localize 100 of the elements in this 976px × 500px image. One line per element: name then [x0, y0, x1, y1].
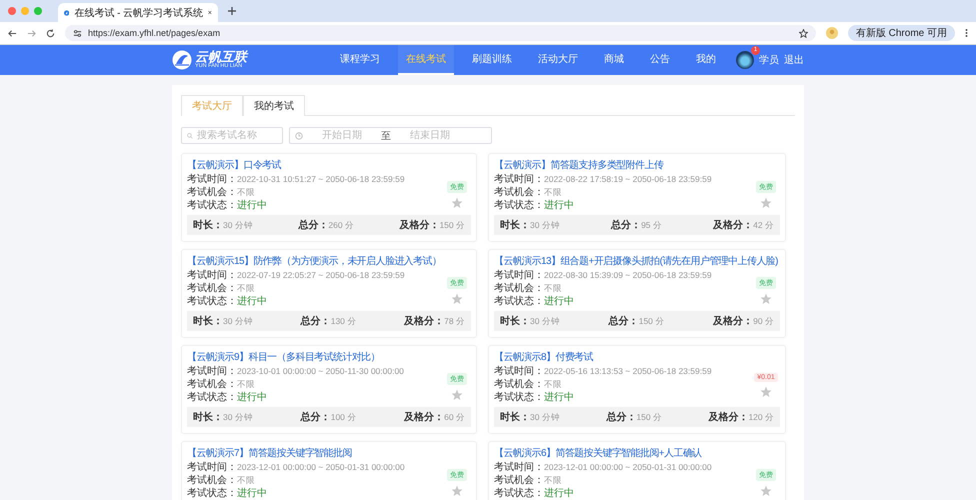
maximize-window-button[interactable] — [34, 7, 42, 15]
sail-logo-icon — [64, 8, 70, 18]
field-label: 考试时间： — [494, 174, 544, 185]
favorite-star-icon[interactable] — [760, 293, 772, 305]
start-date-field[interactable]: 开始日期 — [307, 130, 377, 141]
exam-chance: 不限 — [237, 283, 255, 293]
field-label: 及格分： — [708, 412, 748, 423]
nav-link[interactable]: 公告 — [642, 45, 678, 75]
exam-total-score: 95 分 — [641, 220, 662, 230]
exam-status: 进行中 — [237, 200, 267, 211]
new-tab-icon[interactable] — [228, 7, 236, 15]
field-label: 总分： — [298, 220, 328, 231]
exam-pass-score: 120 分 — [748, 412, 774, 422]
exam-title[interactable]: 【云帆演示】口令考试 — [187, 159, 474, 173]
field-label: 考试状态： — [494, 488, 544, 499]
field-label: 总分： — [608, 316, 639, 327]
address-bar[interactable]: https://exam.yfhl.net/pages/exam — [65, 25, 816, 41]
field-label: 及格分： — [713, 220, 754, 231]
favorite-star-icon[interactable] — [760, 485, 772, 497]
back-icon[interactable] — [8, 28, 17, 38]
field-label: 考试时间： — [494, 270, 544, 281]
exam-title[interactable]: 【云帆演示】简答题支持多类型附件上传 — [494, 159, 783, 173]
exam-total-score: 150 分 — [636, 412, 662, 422]
exam-status: 进行中 — [544, 392, 574, 403]
field-label: 时长： — [193, 316, 223, 327]
field-label: 考试机会： — [494, 475, 544, 486]
date-range-field[interactable]: 开始日期 至 结束日期 — [289, 127, 492, 144]
exam-duration: 30 分钟 — [223, 412, 253, 422]
favorite-star-icon[interactable] — [451, 293, 463, 305]
field-label: 考试机会： — [187, 475, 237, 486]
field-label: 考试状态： — [187, 296, 237, 307]
field-label: 考试状态： — [494, 392, 544, 403]
minimize-window-button[interactable] — [21, 7, 29, 15]
more-menu-icon[interactable] — [965, 28, 968, 38]
bookmark-star-icon[interactable] — [798, 28, 808, 38]
nav-link[interactable]: 刷题训练 — [464, 45, 520, 75]
nav-link[interactable]: 活动大厅 — [530, 45, 586, 75]
exam-title[interactable]: 【云帆演示9】科目一（多科目考试统计对比） — [187, 351, 474, 365]
exam-duration: 30 分钟 — [223, 316, 253, 326]
exam-chance: 不限 — [237, 379, 255, 389]
reload-icon[interactable] — [46, 28, 55, 38]
favorite-star-icon[interactable] — [760, 386, 772, 398]
exam-chance: 不限 — [544, 187, 562, 197]
exam-total-score: 130 分 — [330, 316, 356, 326]
browser-tab[interactable]: 在线考试 - 云帆学习考试系统 — [58, 3, 218, 22]
nav-link[interactable]: 课程学习 — [332, 45, 388, 75]
close-window-button[interactable] — [8, 7, 16, 15]
nav-link[interactable]: 我的 — [688, 45, 724, 75]
exam-time: 2022-07-19 22:05:27 ~ 2050-06-18 23:59:59 — [237, 270, 405, 280]
exam-status: 进行中 — [544, 296, 574, 307]
field-label: 考试状态： — [187, 488, 237, 499]
exam-time: 2022-08-22 17:58:19 ~ 2050-06-18 23:59:59 — [544, 174, 712, 184]
exam-total-score: 150 分 — [638, 316, 664, 326]
exam-title[interactable]: 【云帆演示15】防作弊（为方便演示，未开启人脸进入考试） — [187, 255, 474, 269]
field-label: 考试机会： — [494, 187, 544, 198]
logout-link[interactable]: 退出 — [784, 53, 804, 67]
field-label: 考试时间： — [187, 366, 237, 377]
exam-time: 2023-12-01 00:00:00 ~ 2050-01-31 00:00:00 — [544, 462, 712, 472]
forward-icon[interactable] — [27, 28, 36, 38]
field-label: 考试状态： — [494, 200, 544, 211]
tab[interactable]: 我的考试 — [243, 95, 305, 116]
exam-time: 2022-10-31 10:51:27 ~ 2050-06-18 23:59:59 — [237, 174, 405, 184]
field-label: 考试机会： — [187, 283, 237, 294]
exam-total-score: 100 分 — [330, 412, 356, 422]
end-date-field[interactable]: 结束日期 — [395, 130, 465, 141]
exam-title[interactable]: 【云帆演示13】组合题+开启摄像头抓拍(请先在用户管理中上传人脸) — [494, 255, 783, 269]
field-label: 时长： — [193, 220, 223, 231]
field-label: 及格分： — [404, 316, 444, 327]
logo-text: 云帆互联 — [195, 50, 247, 64]
field-label: 时长： — [193, 412, 223, 423]
exam-time: 2023-10-01 00:00:00 ~ 2050-11-30 00:00:00 — [237, 366, 404, 376]
field-label: 考试状态： — [187, 200, 237, 211]
field-label: 考试时间： — [187, 270, 237, 281]
exam-status: 进行中 — [544, 200, 574, 211]
field-label: 及格分： — [713, 316, 754, 327]
update-chrome-button[interactable]: 有新版 Chrome 可用 — [848, 25, 955, 41]
close-icon[interactable] — [208, 9, 212, 16]
exam-title[interactable]: 【云帆演示6】简答题按关键字智能批阅+人工确认 — [494, 447, 783, 461]
exam-pass-score: 150 分 — [439, 220, 465, 230]
field-label: 考试时间： — [494, 366, 544, 377]
favorite-star-icon[interactable] — [451, 197, 463, 209]
exam-chance: 不限 — [237, 187, 255, 197]
favorite-star-icon[interactable] — [451, 485, 463, 497]
exam-title[interactable]: 【云帆演示7】简答题按关键字智能批阅 — [187, 447, 474, 461]
user-avatar[interactable] — [736, 51, 754, 69]
search-field[interactable]: 搜索考试名称 — [181, 127, 283, 144]
field-label: 考试机会： — [494, 379, 544, 390]
exam-time: 2022-08-30 15:39:09 ~ 2050-06-18 23:59:59 — [544, 270, 712, 280]
profile-avatar-icon[interactable] — [826, 27, 838, 39]
exam-title[interactable]: 【云帆演示8】付费考试 — [494, 351, 783, 365]
favorite-star-icon[interactable] — [760, 197, 772, 209]
clock-icon — [295, 132, 303, 140]
field-label: 考试时间： — [187, 174, 237, 185]
exam-duration: 30 分钟 — [530, 220, 560, 230]
exam-duration: 30 分钟 — [223, 220, 253, 230]
nav-link[interactable]: 商城 — [596, 45, 632, 75]
favorite-star-icon[interactable] — [451, 389, 463, 401]
range-separator: 至 — [381, 130, 391, 142]
exam-time: 2022-05-16 13:13:53 ~ 2050-06-18 23:59:59 — [544, 366, 712, 376]
field-label: 考试状态： — [187, 392, 237, 403]
